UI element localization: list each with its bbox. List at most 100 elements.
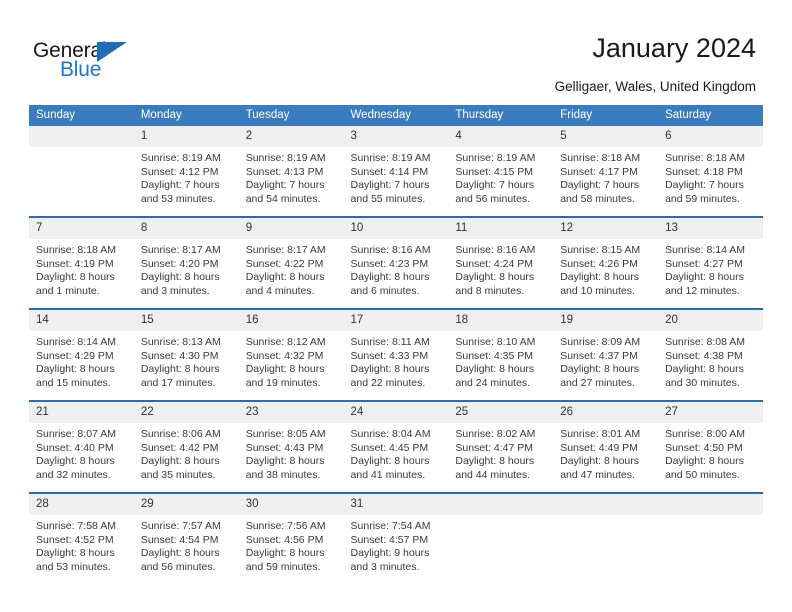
- calendar-day-cell[interactable]: 28 Sunrise: 7:58 AM Sunset: 4:52 PM Dayligh…: [29, 492, 134, 575]
- column-header-saturday: Saturday: [658, 105, 763, 126]
- calendar-day-cell[interactable]: 3 Sunrise: 8:19 AM Sunset: 4:14 PM Daylight…: [343, 126, 449, 207]
- calendar-day-cell[interactable]: 6 Sunrise: 8:18 AM Sunset: 4:18 PM Daylight…: [658, 126, 763, 207]
- sunset-text: Sunset: 4:19 PM: [36, 257, 114, 270]
- daylight-text-line1: Daylight: 7 hours: [665, 179, 744, 192]
- calendar-day-cell[interactable]: 25 Sunrise: 8:02 AM Sunset: 4:47 PM Dayligh…: [448, 400, 554, 483]
- calendar-day-cell[interactable]: 30 Sunrise: 7:56 AM Sunset: 4:56 PM Dayligh…: [238, 492, 344, 575]
- calendar-day-cell[interactable]: 26 Sunrise: 8:01 AM Sunset: 4:49 PM Dayligh…: [553, 400, 659, 483]
- day-number: 13: [658, 218, 763, 239]
- calendar-day-cell[interactable]: 21 Sunrise: 8:07 AM Sunset: 4:40 PM Dayligh…: [29, 400, 134, 483]
- daylight-text-line1: Daylight: 8 hours: [560, 455, 640, 468]
- sunrise-text: Sunrise: 8:18 AM: [560, 152, 641, 164]
- daylight-text-line1: Daylight: 7 hours: [560, 179, 640, 192]
- calendar-day-cell[interactable]: 13 Sunrise: 8:14 AM Sunset: 4:27 PM Dayligh…: [658, 216, 763, 299]
- calendar-day-cell[interactable]: 29 Sunrise: 7:57 AM Sunset: 4:54 PM Dayligh…: [133, 492, 239, 575]
- day-details: Sunrise: 7:58 AM Sunset: 4:52 PM Daylight:…: [29, 515, 134, 574]
- calendar-day-cell[interactable]: 4 Sunrise: 8:19 AM Sunset: 4:15 PM Daylight…: [448, 126, 554, 207]
- calendar-day-cell[interactable]: 14 Sunrise: 8:14 AM Sunset: 4:29 PM Dayligh…: [29, 308, 134, 391]
- sunrise-text: Sunrise: 8:05 AM: [245, 428, 326, 440]
- sunrise-text: Sunrise: 8:19 AM: [140, 152, 221, 164]
- day-details: Sunrise: 8:12 AM Sunset: 4:32 PM Daylight:…: [239, 331, 344, 390]
- daylight-text-line1: Daylight: 8 hours: [36, 363, 115, 376]
- calendar-day-cell[interactable]: 19 Sunrise: 8:09 AM Sunset: 4:37 PM Dayligh…: [553, 308, 659, 391]
- calendar-day-cell[interactable]: 8 Sunrise: 8:17 AM Sunset: 4:20 PM Daylight…: [133, 216, 239, 299]
- day-number: 21: [29, 402, 134, 423]
- calendar-day-cell[interactable]: 12 Sunrise: 8:15 AM Sunset: 4:26 PM Dayligh…: [553, 216, 659, 299]
- day-details: Sunrise: 7:57 AM Sunset: 4:54 PM Daylight:…: [134, 515, 239, 574]
- calendar-day-cell[interactable]: 11 Sunrise: 8:16 AM Sunset: 4:24 PM Dayligh…: [448, 216, 554, 299]
- sunrise-text: Sunrise: 8:16 AM: [455, 244, 536, 256]
- daylight-text-line1: Daylight: 8 hours: [665, 455, 744, 468]
- calendar-day-cell[interactable]: 5 Sunrise: 8:18 AM Sunset: 4:17 PM Daylight…: [553, 126, 659, 207]
- day-details: Sunrise: 8:10 AM Sunset: 4:35 PM Daylight:…: [448, 331, 553, 390]
- sunset-text: Sunset: 4:14 PM: [350, 165, 429, 178]
- calendar-day-cell[interactable]: 2 Sunrise: 8:19 AM Sunset: 4:13 PM Daylight…: [238, 126, 344, 207]
- day-details: Sunrise: 7:56 AM Sunset: 4:56 PM Daylight:…: [239, 515, 344, 574]
- calendar-day-cell[interactable]: 18 Sunrise: 8:10 AM Sunset: 4:35 PM Dayligh…: [448, 308, 554, 391]
- day-number: 6: [658, 126, 763, 147]
- week-spacer: [29, 299, 763, 309]
- daylight-text-line1: Daylight: 7 hours: [350, 179, 430, 192]
- day-details: Sunrise: 8:19 AM Sunset: 4:13 PM Daylight:…: [239, 147, 344, 206]
- calendar-week-row: 7 Sunrise: 8:18 AM Sunset: 4:19 PM Daylight…: [29, 216, 763, 299]
- logo-text-blue: Blue: [60, 58, 102, 81]
- sunset-text: Sunset: 4:33 PM: [350, 349, 429, 362]
- sunset-text: Sunset: 4:56 PM: [245, 533, 324, 546]
- week-spacer-cell: [133, 207, 239, 217]
- week-spacer-cell: [343, 299, 449, 309]
- calendar-day-cell[interactable]: 10 Sunrise: 8:16 AM Sunset: 4:23 PM Dayligh…: [343, 216, 449, 299]
- column-header-sunday: Sunday: [29, 105, 134, 126]
- calendar-page: General Blue January 2024 Gelligaer, Wal…: [0, 0, 792, 612]
- calendar-day-cell[interactable]: 24 Sunrise: 8:04 AM Sunset: 4:45 PM Dayligh…: [343, 400, 449, 483]
- week-spacer-cell: [553, 391, 659, 401]
- calendar-day-cell[interactable]: 1 Sunrise: 8:19 AM Sunset: 4:12 PM Daylight…: [133, 126, 239, 207]
- daylight-text-line1: Daylight: 8 hours: [560, 271, 640, 284]
- calendar-day-cell[interactable]: 20 Sunrise: 8:08 AM Sunset: 4:38 PM Dayligh…: [658, 308, 763, 391]
- day-number: 25: [448, 402, 554, 423]
- day-number: 1: [133, 126, 239, 147]
- calendar-day-cell[interactable]: 16 Sunrise: 8:12 AM Sunset: 4:32 PM Dayligh…: [238, 308, 344, 391]
- day-details: Sunrise: 8:01 AM Sunset: 4:49 PM Daylight:…: [553, 423, 658, 482]
- logo-triangle-icon: [97, 42, 127, 62]
- calendar-day-cell[interactable]: 15 Sunrise: 8:13 AM Sunset: 4:30 PM Dayligh…: [133, 308, 239, 391]
- day-number: 14: [29, 310, 134, 331]
- day-details: Sunrise: 8:11 AM Sunset: 4:33 PM Daylight:…: [344, 331, 449, 390]
- daylight-text-line2: and 59 minutes.: [665, 192, 740, 205]
- calendar-day-cell[interactable]: 7 Sunrise: 8:18 AM Sunset: 4:19 PM Daylight…: [29, 216, 134, 299]
- day-details: Sunrise: 7:54 AM Sunset: 4:57 PM Daylight:…: [344, 515, 449, 574]
- daylight-text-line1: Daylight: 7 hours: [245, 179, 325, 192]
- sunset-text: Sunset: 4:50 PM: [665, 441, 743, 454]
- calendar-week-row: 14 Sunrise: 8:14 AM Sunset: 4:29 PM Dayligh…: [29, 308, 763, 391]
- daylight-text-line2: and 12 minutes.: [665, 284, 740, 297]
- day-details: Sunrise: 8:19 AM Sunset: 4:14 PM Daylight:…: [344, 147, 449, 206]
- sunset-text: Sunset: 4:57 PM: [350, 533, 429, 546]
- daylight-text-line2: and 53 minutes.: [36, 560, 111, 573]
- sunset-text: Sunset: 4:24 PM: [455, 257, 534, 270]
- sunset-text: Sunset: 4:38 PM: [665, 349, 743, 362]
- sunset-text: Sunset: 4:12 PM: [140, 165, 219, 178]
- week-spacer-cell: [343, 483, 449, 493]
- calendar-day-cell[interactable]: 31 Sunrise: 7:54 AM Sunset: 4:57 PM Dayligh…: [343, 492, 449, 575]
- week-spacer-cell: [553, 299, 659, 309]
- day-number: 19: [553, 310, 659, 331]
- week-spacer-cell: [238, 483, 344, 493]
- sunset-text: Sunset: 4:17 PM: [560, 165, 638, 178]
- week-spacer-cell: [553, 207, 659, 217]
- daylight-text-line2: and 27 minutes.: [560, 376, 635, 389]
- day-number: 31: [343, 494, 449, 515]
- calendar-day-cell[interactable]: 23 Sunrise: 8:05 AM Sunset: 4:43 PM Dayligh…: [238, 400, 344, 483]
- calendar-day-cell[interactable]: 22 Sunrise: 8:06 AM Sunset: 4:42 PM Dayligh…: [133, 400, 239, 483]
- sunset-text: Sunset: 4:26 PM: [560, 257, 638, 270]
- sunrise-text: Sunrise: 8:14 AM: [36, 336, 116, 348]
- daylight-text-line2: and 56 minutes.: [140, 560, 216, 573]
- calendar-day-cell[interactable]: 27 Sunrise: 8:00 AM Sunset: 4:50 PM Dayligh…: [658, 400, 763, 483]
- day-details: Sunrise: 8:05 AM Sunset: 4:43 PM Daylight:…: [239, 423, 344, 482]
- sunrise-text: Sunrise: 8:08 AM: [665, 336, 746, 348]
- day-number: [553, 494, 659, 515]
- sunset-text: Sunset: 4:40 PM: [36, 441, 114, 454]
- week-spacer-cell: [238, 391, 344, 401]
- calendar-day-cell[interactable]: 17 Sunrise: 8:11 AM Sunset: 4:33 PM Dayligh…: [343, 308, 449, 391]
- daylight-text-line1: Daylight: 8 hours: [350, 271, 430, 284]
- day-number: 29: [133, 494, 239, 515]
- calendar-day-cell[interactable]: 9 Sunrise: 8:17 AM Sunset: 4:22 PM Daylight…: [238, 216, 344, 299]
